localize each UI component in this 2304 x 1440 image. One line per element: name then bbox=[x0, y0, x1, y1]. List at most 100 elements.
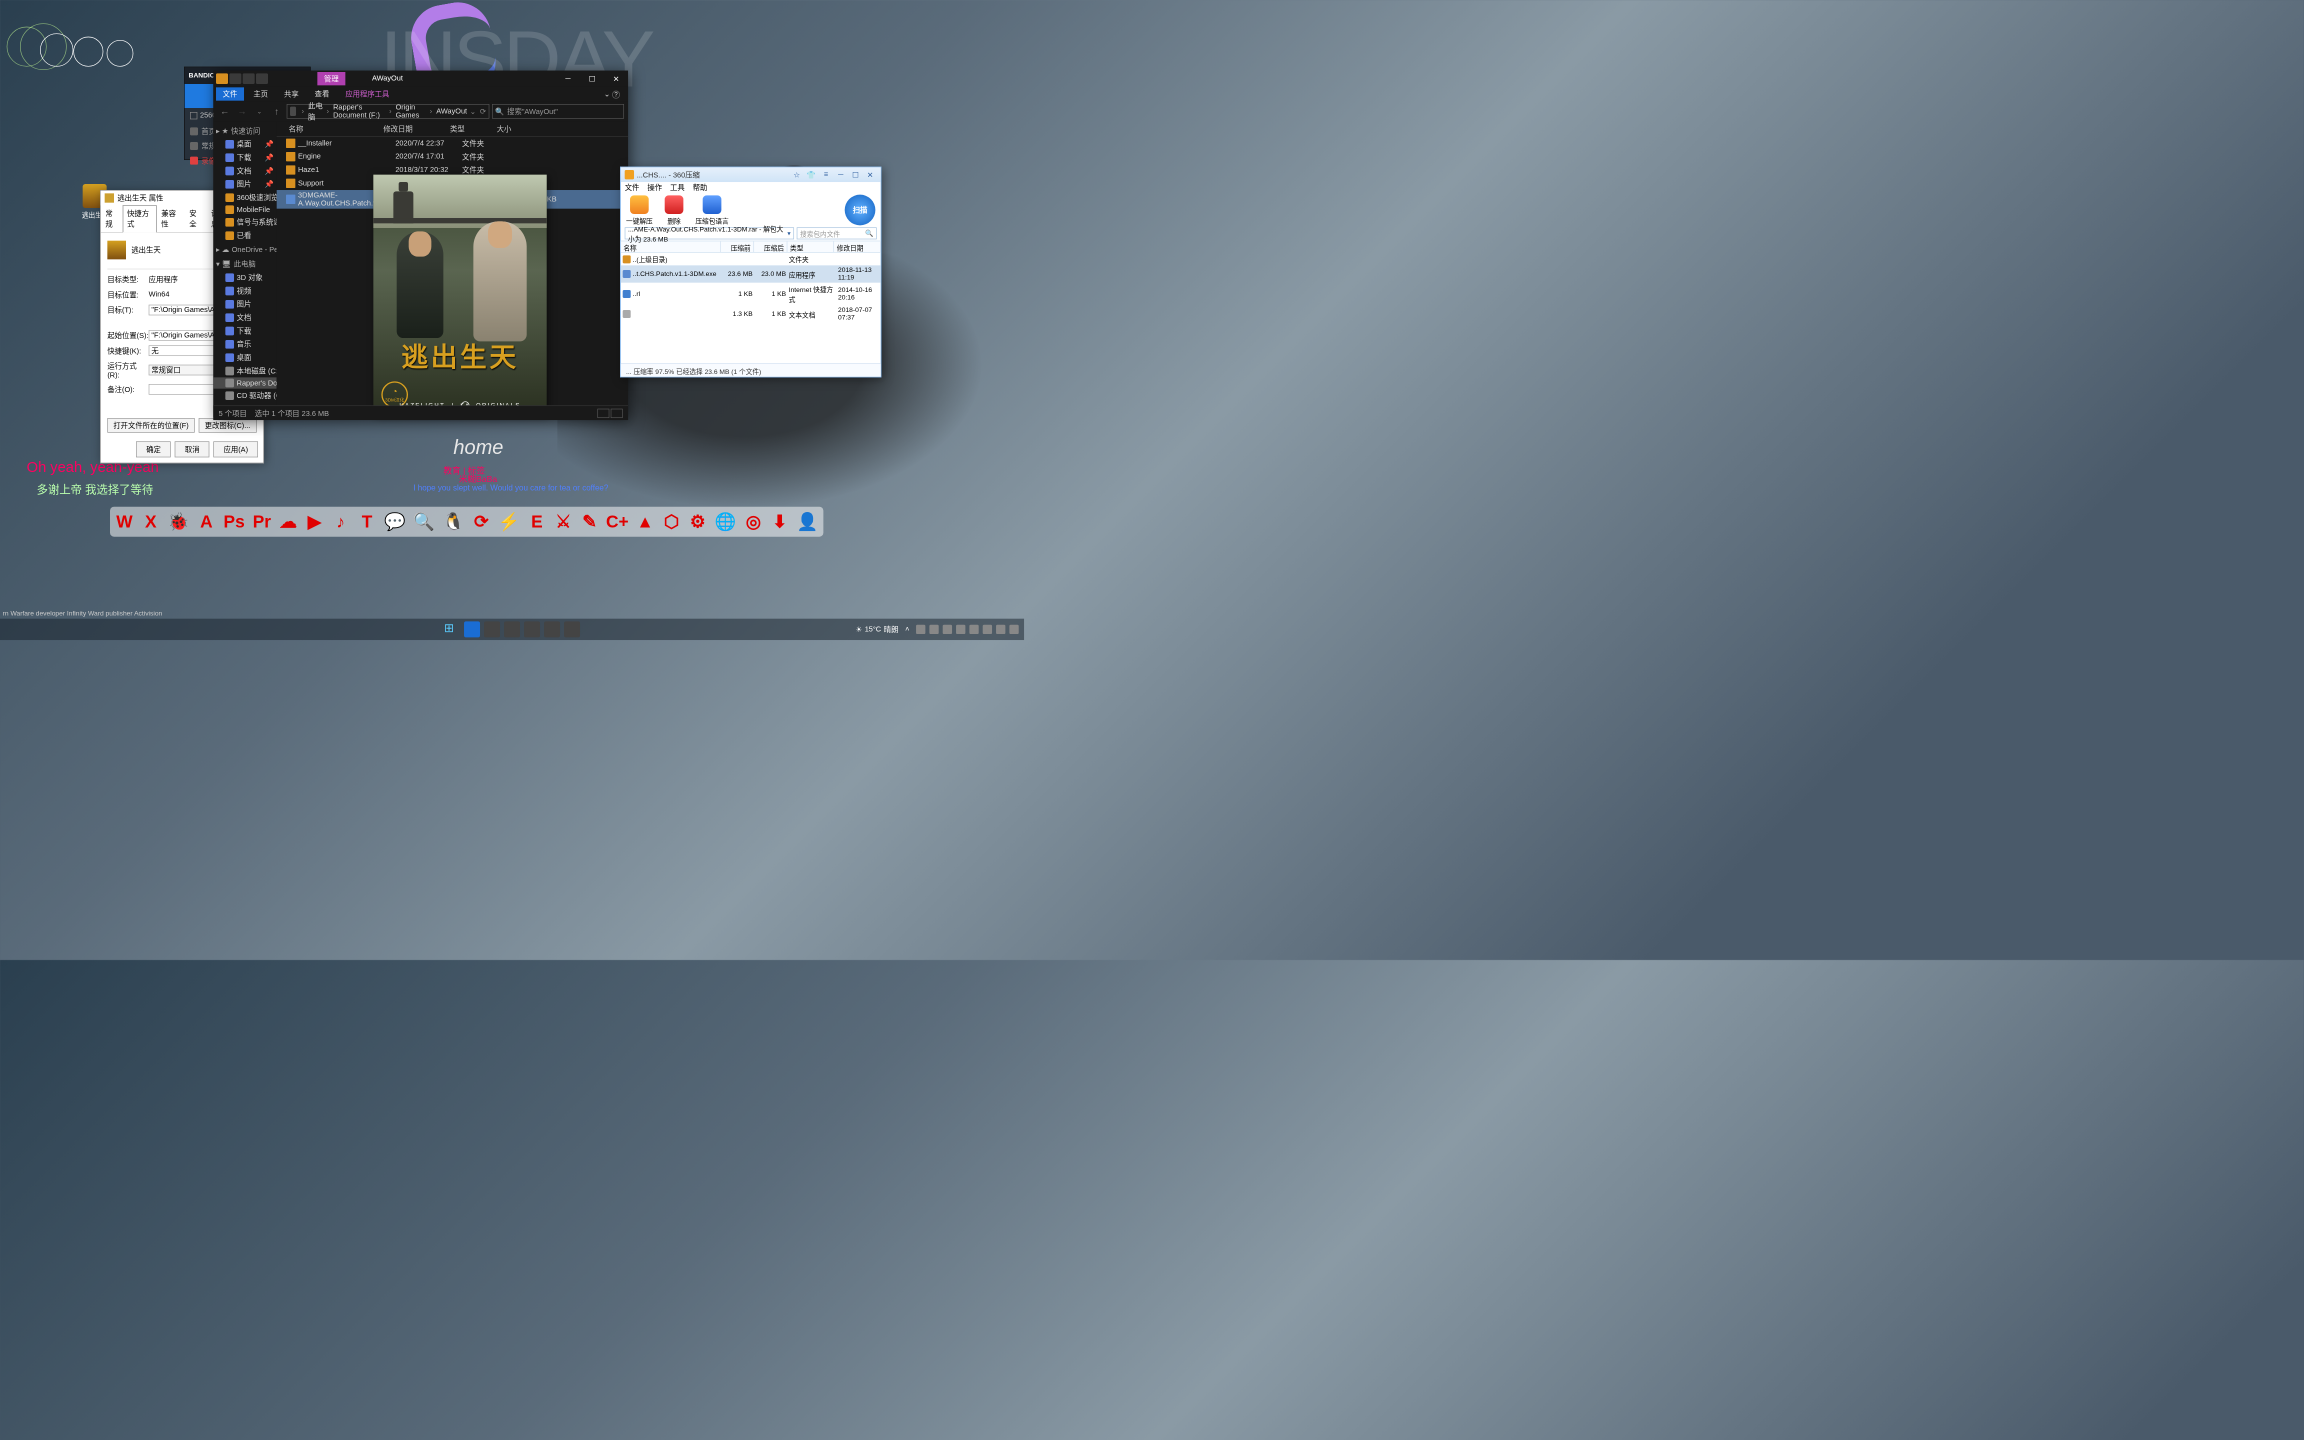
zip-scan-button[interactable]: 扫描 bbox=[845, 195, 876, 226]
sidebar-item[interactable]: CD 驱动器 (G:) bbox=[213, 389, 276, 402]
dock-text-icon[interactable]: T bbox=[358, 511, 376, 532]
nav-forward-button[interactable]: → bbox=[235, 104, 250, 119]
zip-close-button[interactable]: ✕ bbox=[863, 170, 876, 179]
zip-window[interactable]: ...CHS.... - 360压缩 ☆ 👕 ≡ ─ ☐ ✕ 文件 操作 工具 … bbox=[620, 167, 881, 378]
file-row[interactable]: __Installer2020/7/4 22:37文件夹 bbox=[277, 137, 628, 150]
file-list-pane[interactable]: 名称 修改日期 类型 大小 __Installer2020/7/4 22:37文… bbox=[277, 121, 628, 417]
sidebar-item-rappers-doc[interactable]: Rapper's Docume... bbox=[213, 377, 276, 388]
sidebar-item[interactable]: 文档📌 bbox=[213, 164, 276, 177]
taskbar-app[interactable] bbox=[524, 621, 540, 637]
sidebar-item[interactable]: 3D 对象 bbox=[213, 271, 276, 284]
sidebar-item[interactable]: MobileFile bbox=[213, 204, 276, 215]
sidebar-quick-access[interactable]: ▸ ★快速访问 bbox=[213, 124, 276, 137]
close-button[interactable]: ✕ bbox=[604, 71, 628, 87]
zip-max-button[interactable]: ☐ bbox=[849, 170, 862, 179]
sidebar-thispc[interactable]: ▾ 🖥此电脑 bbox=[213, 257, 276, 270]
tray-icon[interactable] bbox=[983, 625, 992, 634]
zcol-before[interactable]: 压缩前 bbox=[721, 241, 754, 252]
sidebar-item[interactable]: 下载📌 bbox=[213, 151, 276, 164]
sidebar-item[interactable]: 图片 bbox=[213, 297, 276, 310]
search-box[interactable]: 🔍 搜索"AWayOut" bbox=[492, 104, 624, 119]
sidebar-item[interactable]: 已看 bbox=[213, 229, 276, 242]
dock-search-icon[interactable]: 🔍 bbox=[414, 511, 435, 532]
dock-play-icon[interactable]: ▶ bbox=[305, 511, 323, 532]
sidebar-item[interactable]: 音乐 bbox=[213, 337, 276, 350]
tab-security[interactable]: 安全 bbox=[185, 205, 207, 232]
tab-shortcut[interactable]: 快捷方式 bbox=[122, 205, 156, 232]
dock-sword-icon[interactable]: ⚔ bbox=[554, 511, 572, 532]
zip-menu-tool[interactable]: 工具 bbox=[670, 182, 685, 194]
qat-folder-icon[interactable] bbox=[216, 73, 228, 84]
taskbar-word[interactable] bbox=[464, 621, 480, 637]
col-size[interactable]: 大小 bbox=[497, 123, 550, 134]
sidebar-item[interactable]: 桌面 bbox=[213, 351, 276, 364]
file-row[interactable]: Engine2020/7/4 17:01文件夹 bbox=[277, 150, 628, 163]
dock-user-icon[interactable]: 👤 bbox=[797, 511, 818, 532]
zip-address-bar[interactable]: ...AME-A.Way.Out.CHS.Patch.v1.1-3DM.rar … bbox=[625, 227, 794, 239]
sidebar-item[interactable]: 图片📌 bbox=[213, 177, 276, 190]
dock-down-icon[interactable]: ⬇ bbox=[770, 511, 788, 532]
zip-fav-button[interactable]: ☆ bbox=[790, 170, 803, 179]
zip-min-button[interactable]: ─ bbox=[834, 170, 847, 179]
menu-home[interactable]: 主页 bbox=[247, 87, 275, 100]
cancel-button[interactable]: 取消 bbox=[175, 441, 210, 457]
dock-pr-icon[interactable]: Pr bbox=[253, 511, 271, 532]
taskbar-app[interactable] bbox=[564, 621, 580, 637]
dock-bug-icon[interactable]: 🐞 bbox=[168, 511, 189, 532]
dock-android-icon[interactable]: ▲ bbox=[636, 511, 654, 532]
qat-btn[interactable] bbox=[229, 73, 241, 84]
checkbox-icon[interactable] bbox=[190, 112, 197, 119]
address-bar[interactable]: ›此电脑 ›Rapper's Document (F:) ›Origin Gam… bbox=[287, 104, 490, 119]
explorer-window[interactable]: 管理 AWayOut ─ ☐ ✕ 文件 主页 共享 查看 应用程序工具 ⌄ ? … bbox=[213, 71, 628, 420]
zcol-date[interactable]: 修改日期 bbox=[834, 241, 881, 252]
zip-skin-button[interactable]: 👕 bbox=[805, 170, 818, 179]
zip-menu-button[interactable]: ≡ bbox=[819, 170, 832, 179]
menu-share[interactable]: 共享 bbox=[277, 87, 305, 100]
open-location-button[interactable]: 打开文件所在的位置(F) bbox=[107, 418, 194, 433]
change-icon-button[interactable]: 更改图标(C)... bbox=[199, 418, 257, 433]
tray-icon[interactable] bbox=[996, 625, 1005, 634]
sidebar-item[interactable]: 桌面📌 bbox=[213, 137, 276, 150]
dock-pen-icon[interactable]: ✎ bbox=[580, 511, 598, 532]
col-type[interactable]: 类型 bbox=[450, 123, 497, 134]
nav-back-button[interactable]: ← bbox=[217, 104, 232, 119]
zip-row[interactable]: ..t.CHS.Patch.v1.1-3DM.exe23.6 MB23.0 MB… bbox=[621, 265, 881, 282]
taskbar-chevron-up-icon[interactable]: ˄ bbox=[905, 625, 909, 633]
dock-origin-icon[interactable]: ⬡ bbox=[662, 511, 680, 532]
zip-row[interactable]: ..rl1 KB1 KBInternet 快捷方式2014-10-16 20:1… bbox=[621, 283, 881, 306]
sidebar-item[interactable]: 文档 bbox=[213, 311, 276, 324]
menu-view[interactable]: 查看 bbox=[308, 87, 336, 100]
tray-icon[interactable] bbox=[1009, 625, 1018, 634]
zip-search-box[interactable]: 搜索包内文件🔍 bbox=[797, 227, 877, 239]
tab-general[interactable]: 常规 bbox=[101, 205, 123, 232]
dock-gear-icon[interactable]: ⚙ bbox=[689, 511, 707, 532]
taskbar-weather[interactable]: ☀ 15°C 晴朗 bbox=[855, 624, 898, 635]
addr-dropdown-icon[interactable]: ⌄ bbox=[470, 107, 476, 116]
sidebar-item[interactable]: 下载 bbox=[213, 324, 276, 337]
menu-app-tools[interactable]: 应用程序工具 bbox=[339, 87, 396, 100]
dock-epic-icon[interactable]: E bbox=[528, 511, 546, 532]
apply-button[interactable]: 应用(A) bbox=[214, 441, 258, 457]
explorer-titlebar[interactable]: 管理 AWayOut ─ ☐ ✕ bbox=[213, 71, 628, 87]
zcol-name[interactable]: 名称 bbox=[621, 241, 721, 252]
dock-font-icon[interactable]: A bbox=[197, 511, 215, 532]
zip-delete-button[interactable]: 删除 bbox=[665, 195, 684, 225]
dock-music-icon[interactable]: ♪ bbox=[332, 511, 350, 532]
qat-btn[interactable] bbox=[256, 73, 268, 84]
explorer-sidebar[interactable]: ▸ ★快速访问 桌面📌 下载📌 文档📌 图片📌 360极速浏览器下载 Mobil… bbox=[213, 121, 276, 417]
dock-globe-icon[interactable]: 🌐 bbox=[715, 511, 736, 532]
zip-extract-button[interactable]: 一键解压 bbox=[626, 195, 653, 225]
dock-word-icon[interactable]: W bbox=[115, 511, 133, 532]
sidebar-item[interactable]: 360极速浏览器下载 bbox=[213, 191, 276, 204]
menu-file[interactable]: 文件 bbox=[216, 87, 244, 100]
dock-cpp-icon[interactable]: C+ bbox=[607, 511, 628, 532]
tray-icon[interactable] bbox=[969, 625, 978, 634]
zip-menu-file[interactable]: 文件 bbox=[625, 182, 640, 194]
view-icons-button[interactable] bbox=[611, 408, 623, 417]
nav-history-button[interactable]: ⌄ bbox=[252, 104, 267, 119]
dock-qq-icon[interactable]: 🐧 bbox=[443, 511, 464, 532]
tray-icon[interactable] bbox=[956, 625, 965, 634]
ribbon-expand-button[interactable]: ⌄ ? bbox=[599, 88, 626, 99]
dropdown-icon[interactable]: ▾ bbox=[787, 230, 790, 237]
zcol-type[interactable]: 类型 bbox=[787, 241, 834, 252]
